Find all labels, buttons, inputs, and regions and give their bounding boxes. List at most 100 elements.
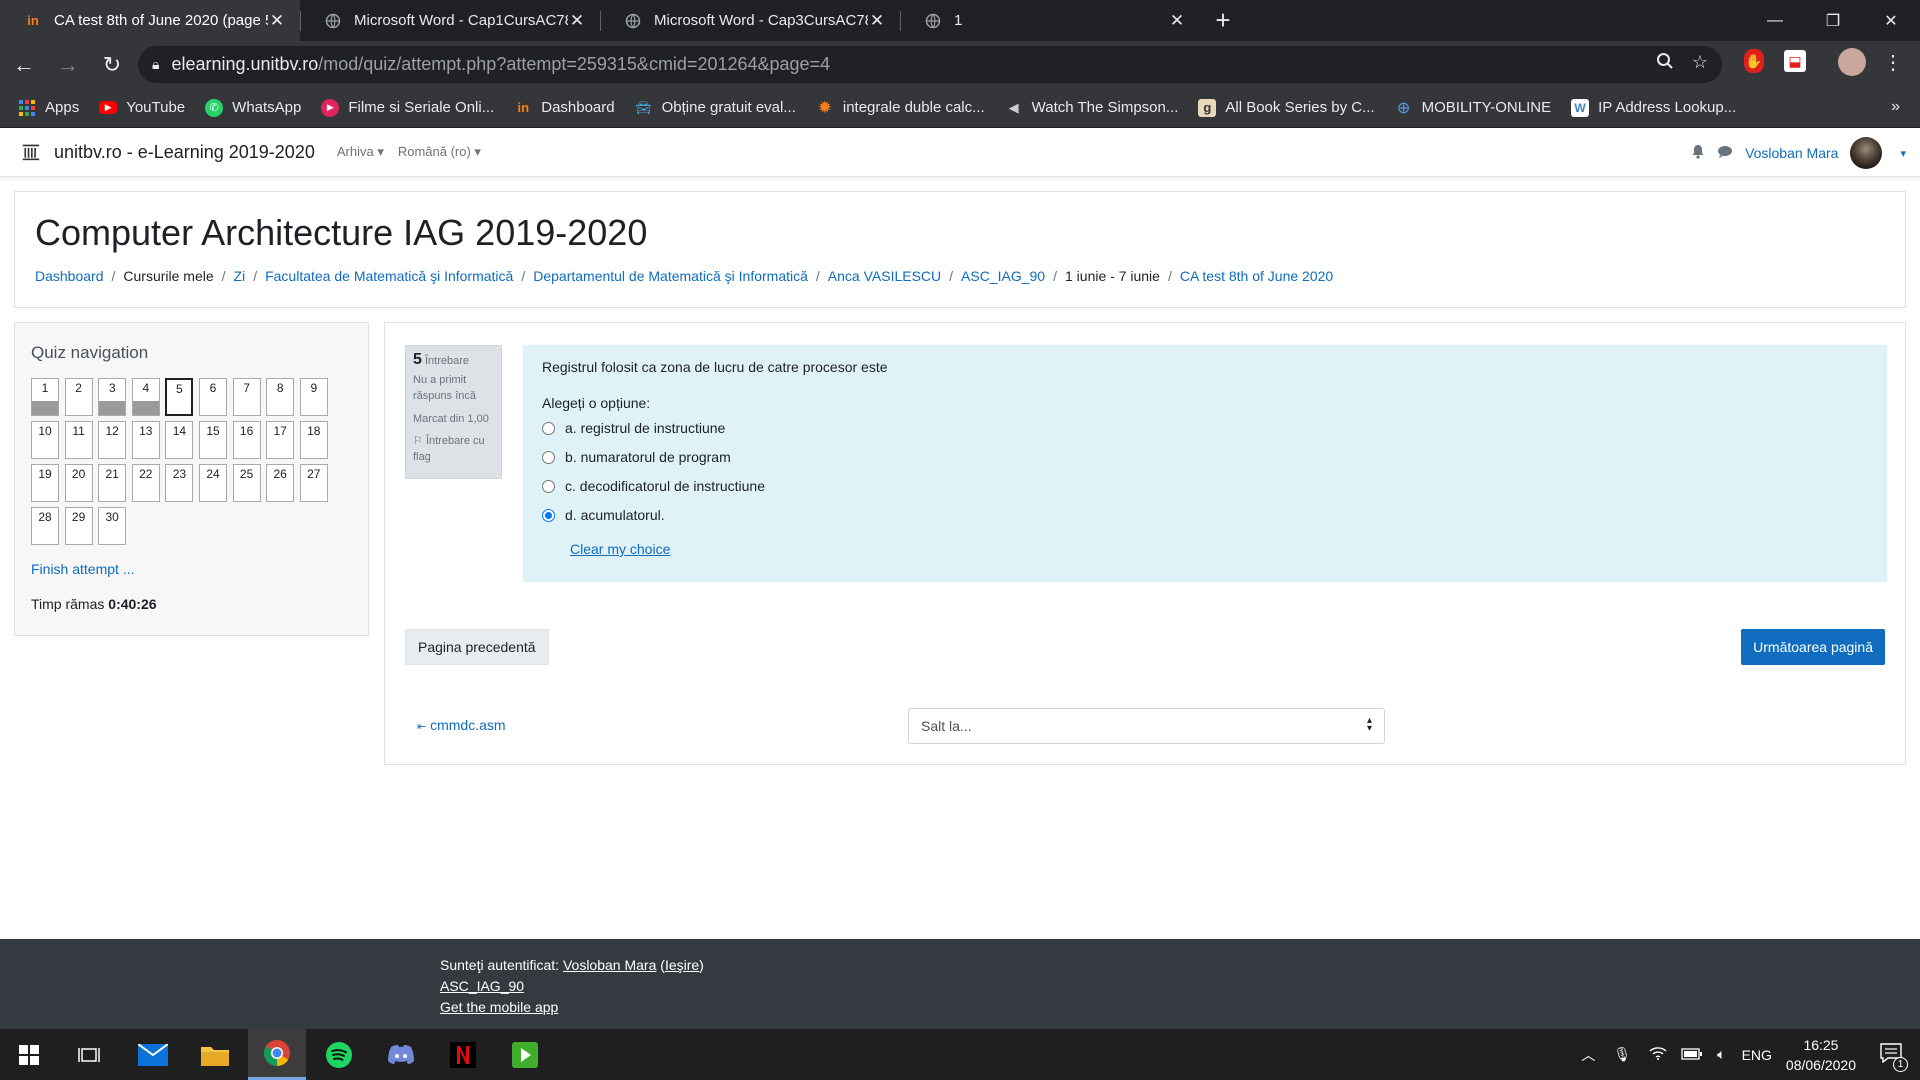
quiz-nav-button-19[interactable]: 19 xyxy=(31,464,59,502)
bookmark-star-icon[interactable]: ☆ xyxy=(1692,52,1708,75)
browser-tab-word-1[interactable]: Microsoft Word - Cap1CursAC78 ✕ xyxy=(300,0,600,41)
mobile-app-link[interactable]: Get the mobile app xyxy=(440,999,558,1015)
footer-user-link[interactable]: Vosloban Mara xyxy=(563,957,656,973)
quiz-nav-button-1[interactable]: 1 xyxy=(31,378,59,416)
archive-dropdown[interactable]: Arhiva ▾ xyxy=(337,144,384,160)
back-icon[interactable]: ← xyxy=(4,45,44,85)
bookmark-filme[interactable]: ▶ Filme si Seriale Onli... xyxy=(321,98,494,117)
mail-icon[interactable] xyxy=(124,1029,182,1080)
task-view-icon[interactable] xyxy=(60,1029,118,1080)
previous-activity-link[interactable]: ⇤ cmmdc.asm xyxy=(417,717,506,733)
media-player-icon[interactable] xyxy=(496,1029,554,1080)
breadcrumb-zi[interactable]: Zi xyxy=(234,268,246,284)
quiz-nav-button-22[interactable]: 22 xyxy=(131,464,160,502)
quiz-nav-button-3[interactable]: 3 xyxy=(98,378,127,416)
quiz-nav-button-5[interactable]: 5 xyxy=(165,378,194,416)
clear-choice-link[interactable]: Clear my choice xyxy=(570,541,670,557)
radio-button-selected[interactable] xyxy=(542,508,555,522)
forward-icon[interactable]: → xyxy=(48,45,88,85)
discord-icon[interactable] xyxy=(372,1029,430,1080)
quiz-nav-button-28[interactable]: 28 xyxy=(31,507,59,545)
quiz-nav-button-8[interactable]: 8 xyxy=(266,378,295,416)
quiz-nav-button-16[interactable]: 16 xyxy=(232,421,261,459)
quiz-nav-button-23[interactable]: 23 xyxy=(165,464,194,502)
close-icon[interactable]: ✕ xyxy=(268,11,286,31)
menu-kebab-icon[interactable]: ⋮ xyxy=(1880,49,1906,75)
quiz-nav-button-29[interactable]: 29 xyxy=(64,507,93,545)
close-icon[interactable]: ✕ xyxy=(1168,11,1186,31)
bookmark-integrale[interactable]: ✹ integrale duble calc... xyxy=(816,98,985,117)
bookmark-obtine[interactable]: 🚘︎ Obține gratuit eval... xyxy=(635,99,796,117)
footer-course-link[interactable]: ASC_IAG_90 xyxy=(440,978,524,994)
browser-tab-1[interactable]: 1 ✕ xyxy=(900,0,1200,41)
flag-question[interactable]: ⚐ Întrebare cu flag xyxy=(413,433,494,465)
windows-start-icon[interactable] xyxy=(0,1029,58,1080)
quiz-nav-button-10[interactable]: 10 xyxy=(31,421,59,459)
quiz-nav-button-26[interactable]: 26 xyxy=(266,464,295,502)
bookmark-apps[interactable]: Apps xyxy=(18,99,79,117)
answer-option-a[interactable]: a. registrul de instructiune xyxy=(542,419,1868,437)
answer-option-c[interactable]: c. decodificatorul de instructiune xyxy=(542,477,1868,495)
language-dropdown[interactable]: Română (ro) ▾ xyxy=(398,144,481,160)
address-bar[interactable]: 🔒︎ elearning.unitbv.ro/mod/quiz/attempt.… xyxy=(138,46,1722,83)
bookmark-mobility[interactable]: ⊕ MOBILITY-ONLINE xyxy=(1395,99,1551,117)
next-page-button[interactable]: Următoarea pagină xyxy=(1741,629,1885,665)
reload-icon[interactable]: ↻ xyxy=(92,45,132,85)
quiz-nav-button-25[interactable]: 25 xyxy=(232,464,261,502)
extension-icon[interactable]: ⬓ xyxy=(1784,50,1806,72)
answer-option-b[interactable]: b. numaratorul de program xyxy=(542,448,1868,466)
chevron-more-icon[interactable]: » xyxy=(1891,98,1900,116)
quiz-nav-button-7[interactable]: 7 xyxy=(232,378,261,416)
file-explorer-icon[interactable] xyxy=(186,1029,244,1080)
quiz-nav-button-4[interactable]: 4 xyxy=(131,378,160,416)
quiz-nav-button-20[interactable]: 20 xyxy=(64,464,93,502)
site-brand[interactable]: unitbv.ro - e-Learning 2019-2020 xyxy=(54,142,315,163)
bookmark-dashboard[interactable]: in Dashboard xyxy=(514,99,614,117)
answer-option-d[interactable]: d. acumulatorul. xyxy=(542,506,1868,524)
quiz-nav-button-11[interactable]: 11 xyxy=(64,421,93,459)
minimize-icon[interactable]: — xyxy=(1746,0,1804,41)
quiz-nav-button-24[interactable]: 24 xyxy=(199,464,227,502)
messages-icon[interactable] xyxy=(1717,145,1733,162)
breadcrumb-course[interactable]: ASC_IAG_90 xyxy=(961,268,1045,284)
previous-page-button[interactable]: Pagina precedentă xyxy=(405,629,549,665)
chevron-down-icon[interactable]: ▾ xyxy=(1900,147,1906,160)
bookmark-simpsons[interactable]: ◀ Watch The Simpson... xyxy=(1005,99,1179,117)
profile-avatar[interactable] xyxy=(1838,48,1866,76)
radio-button[interactable] xyxy=(542,479,555,493)
browser-tab-word-3[interactable]: Microsoft Word - Cap3CursAC78 ✕ xyxy=(600,0,900,41)
language-indicator[interactable]: ENG xyxy=(1742,1047,1772,1063)
battery-icon[interactable] xyxy=(1681,1047,1703,1063)
finish-attempt-link[interactable]: Finish attempt ... xyxy=(31,561,134,577)
breadcrumb-department[interactable]: Departamentul de Matematică şi Informati… xyxy=(533,268,808,284)
radio-button[interactable] xyxy=(542,450,555,464)
bookmark-iplookup[interactable]: W IP Address Lookup... xyxy=(1571,98,1736,117)
close-window-icon[interactable]: ✕ xyxy=(1862,0,1920,41)
netflix-icon[interactable] xyxy=(434,1029,492,1080)
wifi-icon[interactable] xyxy=(1649,1046,1667,1063)
quiz-nav-button-6[interactable]: 6 xyxy=(199,378,227,416)
radio-button[interactable] xyxy=(542,421,555,435)
quiz-nav-button-15[interactable]: 15 xyxy=(199,421,227,459)
breadcrumb-faculty[interactable]: Facultatea de Matematică şi Informatică xyxy=(265,268,513,284)
close-icon[interactable]: ✕ xyxy=(568,11,586,31)
bookmark-books[interactable]: g All Book Series by C... xyxy=(1198,98,1375,117)
logout-link[interactable]: Ieşire xyxy=(665,957,699,973)
breadcrumb-dashboard[interactable]: Dashboard xyxy=(35,268,104,284)
quiz-nav-button-9[interactable]: 9 xyxy=(299,378,328,416)
chrome-icon[interactable] xyxy=(248,1029,306,1080)
quiz-nav-button-18[interactable]: 18 xyxy=(299,421,328,459)
breadcrumb-teacher[interactable]: Anca VASILESCU xyxy=(828,268,941,284)
jump-to-select[interactable]: Salt la... ▴ ▾ xyxy=(908,708,1385,744)
volume-icon[interactable]: 🔈︎ xyxy=(1717,1046,1725,1063)
quiz-nav-button-14[interactable]: 14 xyxy=(165,421,194,459)
microphone-icon[interactable]: 🎙︎ xyxy=(1613,1046,1631,1063)
chevron-up-icon[interactable]: ︿ xyxy=(1581,1045,1595,1065)
close-icon[interactable]: ✕ xyxy=(868,11,886,31)
quiz-nav-button-2[interactable]: 2 xyxy=(64,378,93,416)
quiz-nav-button-30[interactable]: 30 xyxy=(98,507,127,545)
browser-tab-quiz[interactable]: in CA test 8th of June 2020 (page 5 ✕ xyxy=(0,0,300,41)
breadcrumb-quiz[interactable]: CA test 8th of June 2020 xyxy=(1180,268,1333,284)
adblock-extension-icon[interactable]: ✋ xyxy=(1744,49,1764,73)
bell-icon[interactable] xyxy=(1691,144,1705,162)
